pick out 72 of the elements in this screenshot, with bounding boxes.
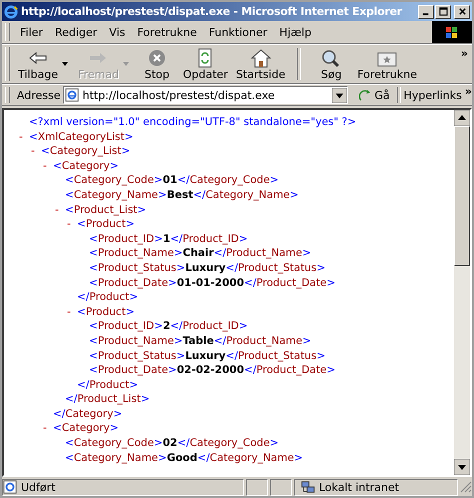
scrollbar[interactable]	[454, 110, 470, 475]
maximize-button[interactable]	[435, 4, 451, 18]
address-label: Adresse	[16, 88, 60, 102]
scroll-down-button[interactable]	[454, 459, 470, 475]
toolbar-button[interactable]: Foretrukne	[353, 48, 422, 80]
links-label[interactable]: Hyperlinks	[404, 88, 462, 102]
minimize-button[interactable]	[418, 4, 434, 18]
xml-tag: <XmlCategoryList>	[29, 130, 134, 144]
window-title: http://localhost/prestest/dispat.exe - Microsoft Internet Explorer	[21, 5, 404, 18]
links-chevron[interactable]: »	[464, 85, 472, 98]
xml-tag: <Category>	[53, 421, 119, 436]
xml-element: <Product_Name>Table</Product_Name>	[89, 334, 312, 348]
xml-element: <Product_ID>1</Product_ID>	[89, 232, 248, 246]
collapse-toggle[interactable]: -	[67, 217, 77, 232]
menu-item[interactable]: Funktioner	[202, 26, 274, 38]
house-icon	[248, 48, 273, 68]
status-panel	[246, 478, 268, 496]
toolbar-button[interactable]: Stop	[134, 48, 179, 80]
collapse-toggle[interactable]: -	[31, 144, 41, 159]
xml-element: <Category_Name>Best</Category_Name>	[65, 188, 299, 203]
xml-tag: <Category>	[53, 158, 119, 174]
toolbar-button[interactable]: Startside	[232, 48, 290, 80]
xml-tag: <Category_List>	[41, 144, 130, 159]
xml-element: <Product_Status>Luxury</Product_Status>	[89, 260, 326, 276]
zone-text: Lokalt intranet	[319, 480, 400, 494]
flag-icon	[444, 24, 460, 40]
page-icon	[3, 480, 17, 494]
xml-tag: </Product_List>	[65, 392, 150, 407]
close-icon	[458, 7, 466, 16]
toolbar-button[interactable]: Tilbage	[14, 48, 62, 80]
xml-tag: <Product>	[77, 217, 134, 232]
curved-arrow-icon	[359, 88, 372, 102]
collapse-toggle[interactable]: -	[55, 202, 65, 218]
toolbar-chevron[interactable]: »	[456, 45, 472, 62]
xml-tag: <Product>	[77, 304, 134, 320]
toolbar-button[interactable]: Opdater	[178, 48, 232, 80]
xml-element: <Category_Code>02</Category_Code>	[65, 436, 279, 451]
dropdown-arrow-icon[interactable]	[62, 62, 68, 66]
xml-declaration: <?xml version="1.0" encoding="UTF-8" standalone="yes" ?>	[28, 115, 358, 130]
maximize-icon	[438, 7, 448, 16]
xml-element: <Product_Date>02-02-2000</Product_Date>	[89, 363, 336, 378]
xml-element: <Product_ID>2</Product_ID>	[89, 319, 248, 334]
menu-item[interactable]: Vis	[103, 26, 132, 38]
xml-tag: </Category>	[53, 406, 122, 422]
xml-tag: </Product>	[77, 378, 138, 392]
browser-icon	[4, 4, 18, 18]
scroll-up-button[interactable]	[454, 110, 470, 126]
menu-item[interactable]: Filer	[14, 26, 49, 38]
menu-item[interactable]: Hjælp	[273, 26, 318, 38]
menu-item[interactable]: Foretrukne	[131, 26, 203, 38]
xml-element: <Product_Name>Chair</Product_Name>	[89, 246, 312, 261]
status-panel	[270, 478, 292, 496]
xml-element: <Category_Code>01</Category_Code>	[65, 173, 279, 188]
resize-grip-icon[interactable]	[460, 481, 472, 493]
toolbar-button[interactable]: Søg	[309, 48, 354, 80]
go-button[interactable]: Gå	[351, 88, 394, 102]
address-field[interactable]: http://localhost/prestest/dispat.exe	[63, 86, 348, 104]
close-button[interactable]	[454, 4, 470, 18]
page-icon	[65, 88, 80, 102]
network-computer-icon	[301, 480, 315, 494]
collapse-toggle[interactable]: -	[67, 304, 77, 320]
xml-element: <Category_Name>Good</Category_Name>	[65, 450, 303, 466]
status-text: Udført	[21, 480, 56, 494]
xml-element: <Product_Date>01-01-2000</Product_Date>	[89, 276, 336, 290]
collapse-toggle[interactable]: -	[43, 421, 53, 436]
menu-item[interactable]: Rediger	[48, 26, 104, 38]
xml-tag: <Product_List>	[65, 202, 146, 218]
xml-element: <Product_Status>Luxury</Product_Status>	[89, 348, 326, 364]
collapse-toggle[interactable]: -	[43, 158, 53, 174]
dropdown-button[interactable]	[332, 88, 348, 102]
collapse-toggle[interactable]: -	[19, 130, 29, 144]
xml-tag: </Product>	[77, 290, 138, 305]
